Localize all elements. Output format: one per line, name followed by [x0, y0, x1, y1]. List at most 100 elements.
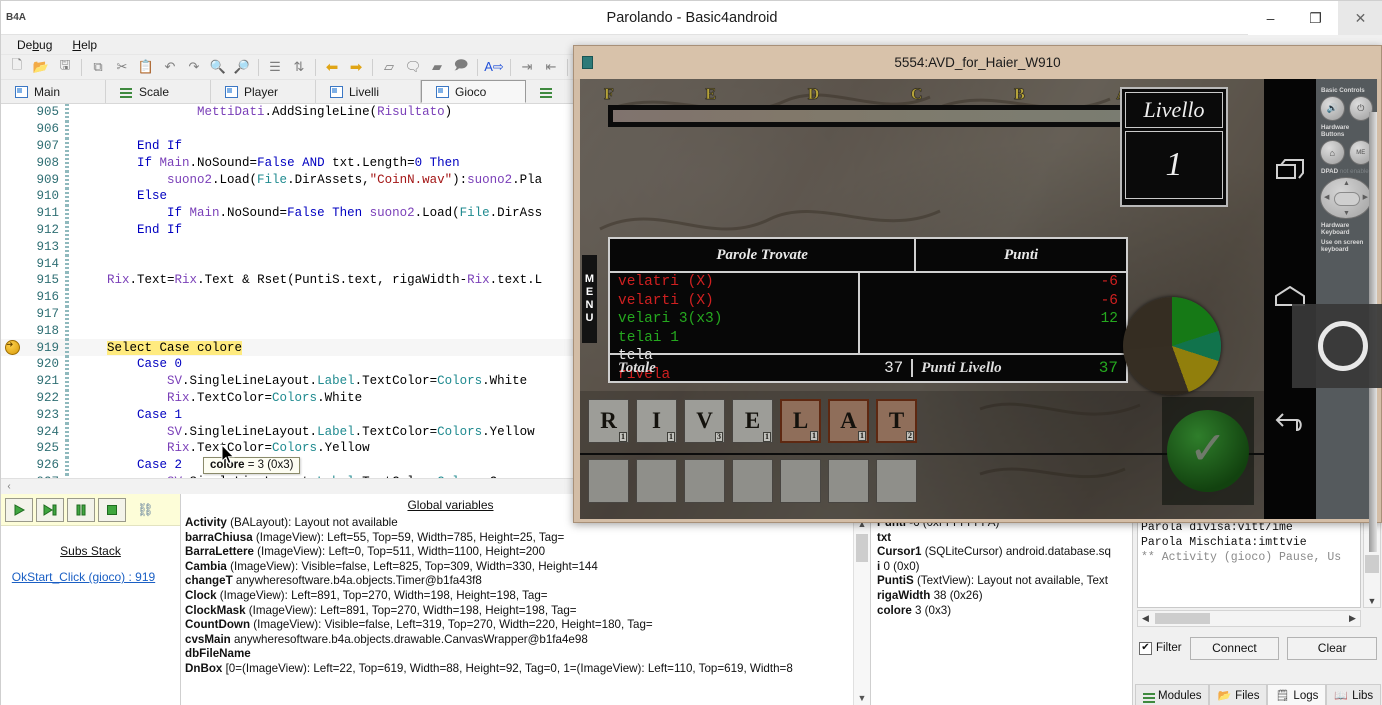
code-text[interactable]: Case 0 — [69, 357, 182, 371]
dpad-control[interactable]: ▲ ▼ ◀ ▶ — [1320, 177, 1372, 219]
menu-side-tab[interactable]: MENU — [582, 255, 597, 343]
local-variable-row[interactable]: colore 3 (0x3) — [877, 604, 1128, 619]
rack-tiles-row[interactable]: R1I1V3E1L1A1T2 — [588, 399, 917, 443]
copy-icon[interactable]: ⧉ — [86, 56, 110, 78]
letter-tile[interactable]: T2 — [876, 399, 917, 443]
tab-libs[interactable]: 📖 Libs — [1326, 684, 1382, 705]
forward-arrow-icon[interactable]: ➡ — [344, 56, 368, 78]
empty-tile-slot[interactable] — [828, 459, 869, 503]
find-icon[interactable]: 🔍 — [206, 56, 230, 78]
link-icon[interactable]: ⛓ — [137, 502, 154, 518]
code-text[interactable]: If Main.NoSound=False AND txt.Length=0 T… — [69, 156, 460, 170]
back-icon[interactable] — [1275, 412, 1305, 439]
code-text[interactable]: MettiDati.AddSingleLine(Risultato) — [69, 105, 452, 119]
sidebar-item-gioco[interactable]: Gioco — [421, 80, 526, 103]
back-arrow-icon[interactable]: ⬅ — [320, 56, 344, 78]
scroll-down-icon[interactable]: ▼ — [854, 690, 870, 705]
tab-logs[interactable]: 🗒 Logs — [1267, 684, 1327, 705]
android-screen[interactable]: F E D C B A MENU Parole Trovate Punti — [580, 79, 1264, 519]
logs-horizontal-scrollbar[interactable]: ◀ ▶ — [1137, 610, 1361, 627]
indent-icon[interactable]: ⇥ — [515, 56, 539, 78]
dpad-up-icon[interactable]: ▲ — [1343, 180, 1350, 187]
step-over-button[interactable] — [36, 497, 64, 522]
letter-tile[interactable]: L1 — [780, 399, 821, 443]
filter-checkbox[interactable]: ✔ — [1139, 641, 1152, 655]
code-text[interactable]: SV.SingleLineLayout.Label.TextColor=Colo… — [69, 425, 535, 439]
filter-checkbox-group[interactable]: ✔ Filter — [1139, 641, 1182, 655]
letter-tile[interactable]: E1 — [732, 399, 773, 443]
align-lines-icon[interactable]: ☰ — [263, 56, 287, 78]
sidebar-item-scale[interactable]: Scale — [106, 80, 211, 103]
stop-button[interactable] — [98, 497, 126, 522]
sidebar-item-livelli[interactable]: Livelli — [316, 80, 421, 103]
android-navigation-bar[interactable] — [1264, 79, 1316, 519]
tab-modules[interactable]: Modules — [1135, 684, 1210, 705]
dpad-down-icon[interactable]: ▼ — [1343, 210, 1350, 217]
code-text[interactable]: suono2.Load(File.DirAssets,"CoinN.wav"):… — [69, 173, 542, 187]
dpad-center[interactable] — [1334, 192, 1360, 206]
uncomment-icon[interactable]: ▰ — [425, 56, 449, 78]
global-variable-row[interactable]: CountDown (ImageView): Visible=false, Le… — [185, 618, 852, 633]
tab-files[interactable]: 📂 Files — [1209, 684, 1268, 705]
local-variable-row[interactable]: txt — [877, 531, 1128, 546]
global-variables-list[interactable]: Activity (BALayout): Layout not availabl… — [185, 516, 852, 705]
empty-tile-slot[interactable] — [780, 459, 821, 503]
comment-icon[interactable]: ▱ — [377, 56, 401, 78]
home-icon[interactable]: ⌂ — [1320, 140, 1345, 165]
open-folder-icon[interactable]: 📂 — [29, 56, 53, 78]
confirm-word-button[interactable]: ✓ — [1162, 397, 1254, 505]
global-variable-row[interactable]: dbFileName — [185, 647, 852, 662]
dpad-left-icon[interactable]: ◀ — [1324, 193, 1329, 201]
scrollbar-thumb[interactable] — [856, 534, 868, 562]
letter-tile[interactable]: R1 — [588, 399, 629, 443]
global-variable-row[interactable]: Clock (ImageView): Left=891, Top=270, Wi… — [185, 589, 852, 604]
code-text[interactable]: Rix.TextColor=Colors.White — [69, 391, 362, 405]
letter-tile[interactable]: I1 — [636, 399, 677, 443]
local-variable-row[interactable]: rigaWidth 38 (0x26) — [877, 589, 1128, 604]
code-text[interactable]: If Main.NoSound=False Then suono2.Load(F… — [69, 206, 542, 220]
code-text[interactable]: Else — [69, 189, 167, 203]
bubble2-icon[interactable]: 🗩 — [449, 56, 473, 78]
connect-button[interactable]: Connect — [1189, 636, 1280, 660]
maximize-button[interactable]: ❐ — [1293, 1, 1338, 35]
minimize-button[interactable]: – — [1248, 1, 1293, 35]
code-text[interactable]: Rix.Text=Rix.Text & Rset(PuntiS.text, ri… — [69, 273, 542, 287]
code-text[interactable]: End If — [69, 223, 182, 237]
continue-button[interactable] — [5, 497, 33, 522]
sort-icon[interactable]: ⇅ — [287, 56, 311, 78]
sidebar-item-main[interactable]: Main — [1, 80, 106, 103]
empty-tile-slot[interactable] — [588, 459, 629, 503]
pause-button[interactable] — [67, 497, 95, 522]
scrollbar-thumb[interactable] — [1365, 555, 1379, 573]
code-text[interactable]: Select Case colore — [69, 340, 243, 355]
local-variable-row[interactable]: i 0 (0x0) — [877, 560, 1128, 575]
global-variable-row[interactable]: changeT anywheresoftware.b4a.objects.Tim… — [185, 574, 852, 589]
scroll-left-icon[interactable]: ◀ — [1138, 613, 1153, 624]
volume-icon[interactable]: 🔊 — [1320, 96, 1345, 121]
code-text[interactable]: Case 1 — [69, 408, 182, 422]
emulator-window[interactable]: 5554:AVD_for_Haier_W910 F E D C B MENU P… — [573, 45, 1382, 552]
code-text[interactable]: Rix.TextColor=Colors.Yellow — [69, 441, 370, 455]
sidebar-item-player[interactable]: Player — [211, 80, 316, 103]
scroll-left-icon[interactable]: ‹ — [1, 481, 17, 492]
local-variable-row[interactable]: Cursor1 (SQLiteCursor) android.database.… — [877, 545, 1128, 560]
letter-tile[interactable]: A1 — [828, 399, 869, 443]
code-text[interactable]: Case 2 — [69, 458, 182, 472]
empty-slots-row[interactable] — [588, 459, 917, 503]
global-variable-row[interactable]: BarraLettere (ImageView): Left=0, Top=51… — [185, 545, 852, 560]
undo-icon[interactable]: ↶ — [158, 56, 182, 78]
global-variable-row[interactable]: DnBox [0=(ImageView): Left=22, Top=619, … — [185, 662, 852, 677]
redo-icon[interactable]: ↷ — [182, 56, 206, 78]
save-icon[interactable]: 🖫 — [53, 56, 77, 78]
paste-icon[interactable]: 📋 — [134, 56, 158, 78]
menu-item-debug[interactable]: Debug — [7, 36, 62, 54]
local-variables-list[interactable]: Punti -6 (0xFFFFFFFA)txtCursor1 (SQLiteC… — [877, 516, 1128, 704]
globals-vertical-scrollbar[interactable]: ▲ ▼ — [853, 516, 870, 705]
global-variable-row[interactable]: Cambia (ImageView): Visible=false, Left=… — [185, 560, 852, 575]
find-next-icon[interactable]: 🔎 — [230, 56, 254, 78]
menu-item-help[interactable]: Help — [62, 36, 107, 54]
letter-tile[interactable]: V3 — [684, 399, 725, 443]
empty-tile-slot[interactable] — [732, 459, 773, 503]
scrollbar-thumb[interactable] — [1155, 613, 1210, 624]
local-variable-row[interactable]: PuntiS (TextView): Layout not available,… — [877, 574, 1128, 589]
